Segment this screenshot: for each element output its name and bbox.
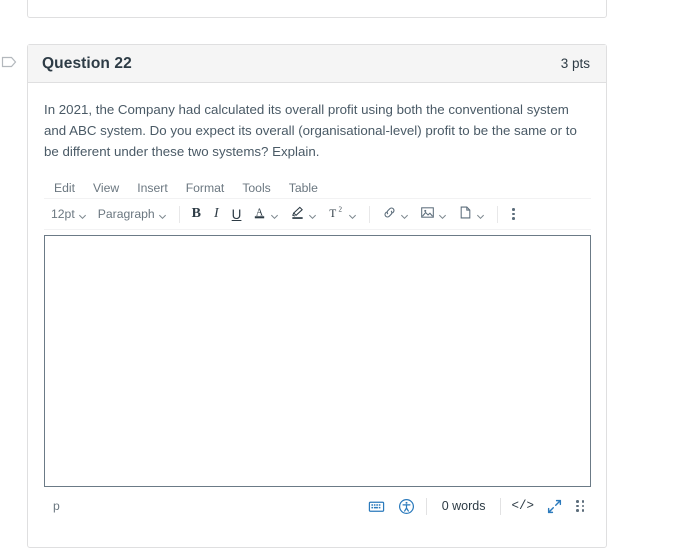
status-bar-controls: 0 words </> xyxy=(363,495,589,518)
chevron-down-icon xyxy=(438,210,447,219)
svg-text:2: 2 xyxy=(339,206,343,214)
block-format-dropdown[interactable]: Paragraph xyxy=(93,204,172,224)
rich-content-editor: Edit View Insert Format Tools Table 12pt xyxy=(44,178,591,521)
status-divider xyxy=(500,497,502,515)
editor-resize-handle[interactable] xyxy=(571,496,589,516)
editor-toolbar: 12pt Paragraph B I U A T 2 xyxy=(44,199,591,230)
grip-dot xyxy=(576,509,579,512)
underline-button[interactable]: U xyxy=(227,204,247,225)
question-card: Question 22 3 pts In 2021, the Company h… xyxy=(27,44,607,548)
grip-dot xyxy=(576,500,579,503)
text-color-icon: A xyxy=(252,205,267,223)
toolbar-more-options-button[interactable] xyxy=(505,204,522,224)
document-icon xyxy=(458,205,473,223)
fullscreen-button[interactable] xyxy=(541,495,568,518)
block-format-value: Paragraph xyxy=(97,207,155,221)
menu-item-edit[interactable]: Edit xyxy=(46,179,83,197)
grip-dot xyxy=(576,504,579,508)
accessibility-checker-button[interactable] xyxy=(393,495,420,518)
question-body: In 2021, the Company had calculated its … xyxy=(28,83,606,521)
question-points: 3 pts xyxy=(560,56,590,71)
editor-content-area[interactable] xyxy=(44,235,591,487)
toolbar-divider xyxy=(178,205,180,223)
toolbar-divider xyxy=(369,205,371,223)
assignment-page: Question 22 3 pts In 2021, the Company h… xyxy=(0,0,700,558)
word-count[interactable]: 0 words xyxy=(433,499,495,513)
chevron-down-icon xyxy=(78,210,87,219)
grip-dot xyxy=(581,504,584,508)
underline-icon: U xyxy=(231,206,242,222)
chevron-down-icon xyxy=(400,210,409,219)
status-divider xyxy=(425,497,427,515)
link-icon xyxy=(382,205,397,223)
question-header: Question 22 3 pts xyxy=(28,45,606,83)
bold-icon: B xyxy=(191,206,201,221)
chevron-down-icon xyxy=(270,210,279,219)
superscript-icon: T 2 xyxy=(328,205,345,223)
bookmark-outline-icon[interactable] xyxy=(1,54,17,70)
svg-text:T: T xyxy=(330,208,337,220)
image-icon xyxy=(420,205,435,223)
text-color-dropdown[interactable]: A xyxy=(247,202,284,226)
font-size-value: 12pt xyxy=(51,207,75,221)
menu-item-format[interactable]: Format xyxy=(178,179,233,197)
link-dropdown[interactable] xyxy=(377,202,414,226)
accessibility-icon xyxy=(398,498,414,514)
kebab-dot xyxy=(512,208,515,211)
question-title: Question 22 xyxy=(42,54,132,72)
grip-dot xyxy=(581,509,584,512)
expand-arrows-icon xyxy=(547,499,562,513)
keyboard-icon xyxy=(368,501,384,512)
bold-button[interactable]: B xyxy=(187,203,206,225)
document-dropdown[interactable] xyxy=(453,202,490,226)
chevron-down-icon xyxy=(476,210,485,219)
editor-menubar: Edit View Insert Format Tools Table xyxy=(44,178,591,199)
menu-item-table[interactable]: Table xyxy=(281,179,326,197)
html-editor-button[interactable]: </> xyxy=(507,499,538,513)
previous-question-card xyxy=(27,0,607,18)
highlight-color-dropdown[interactable] xyxy=(285,202,322,226)
highlighter-icon xyxy=(290,205,305,223)
grip-dot xyxy=(581,500,584,503)
menu-item-view[interactable]: View xyxy=(85,179,127,197)
kebab-dot xyxy=(512,217,515,220)
superscript-dropdown[interactable]: T 2 xyxy=(323,202,362,226)
element-path[interactable]: p xyxy=(46,499,60,513)
kebab-dot xyxy=(512,212,515,216)
chevron-down-icon xyxy=(348,210,357,219)
chevron-down-icon xyxy=(308,210,317,219)
toolbar-divider xyxy=(497,205,499,223)
italic-icon: I xyxy=(214,206,219,221)
menu-item-tools[interactable]: Tools xyxy=(234,179,278,197)
question-text: In 2021, the Company had calculated its … xyxy=(44,102,577,159)
editor-status-bar: p 0 words </> xyxy=(44,491,591,521)
keyboard-shortcuts-button[interactable] xyxy=(363,495,390,518)
menu-item-insert[interactable]: Insert xyxy=(129,179,175,197)
font-size-dropdown[interactable]: 12pt xyxy=(46,204,92,224)
italic-button[interactable]: I xyxy=(207,203,226,225)
image-dropdown[interactable] xyxy=(415,202,452,226)
chevron-down-icon xyxy=(158,210,167,219)
